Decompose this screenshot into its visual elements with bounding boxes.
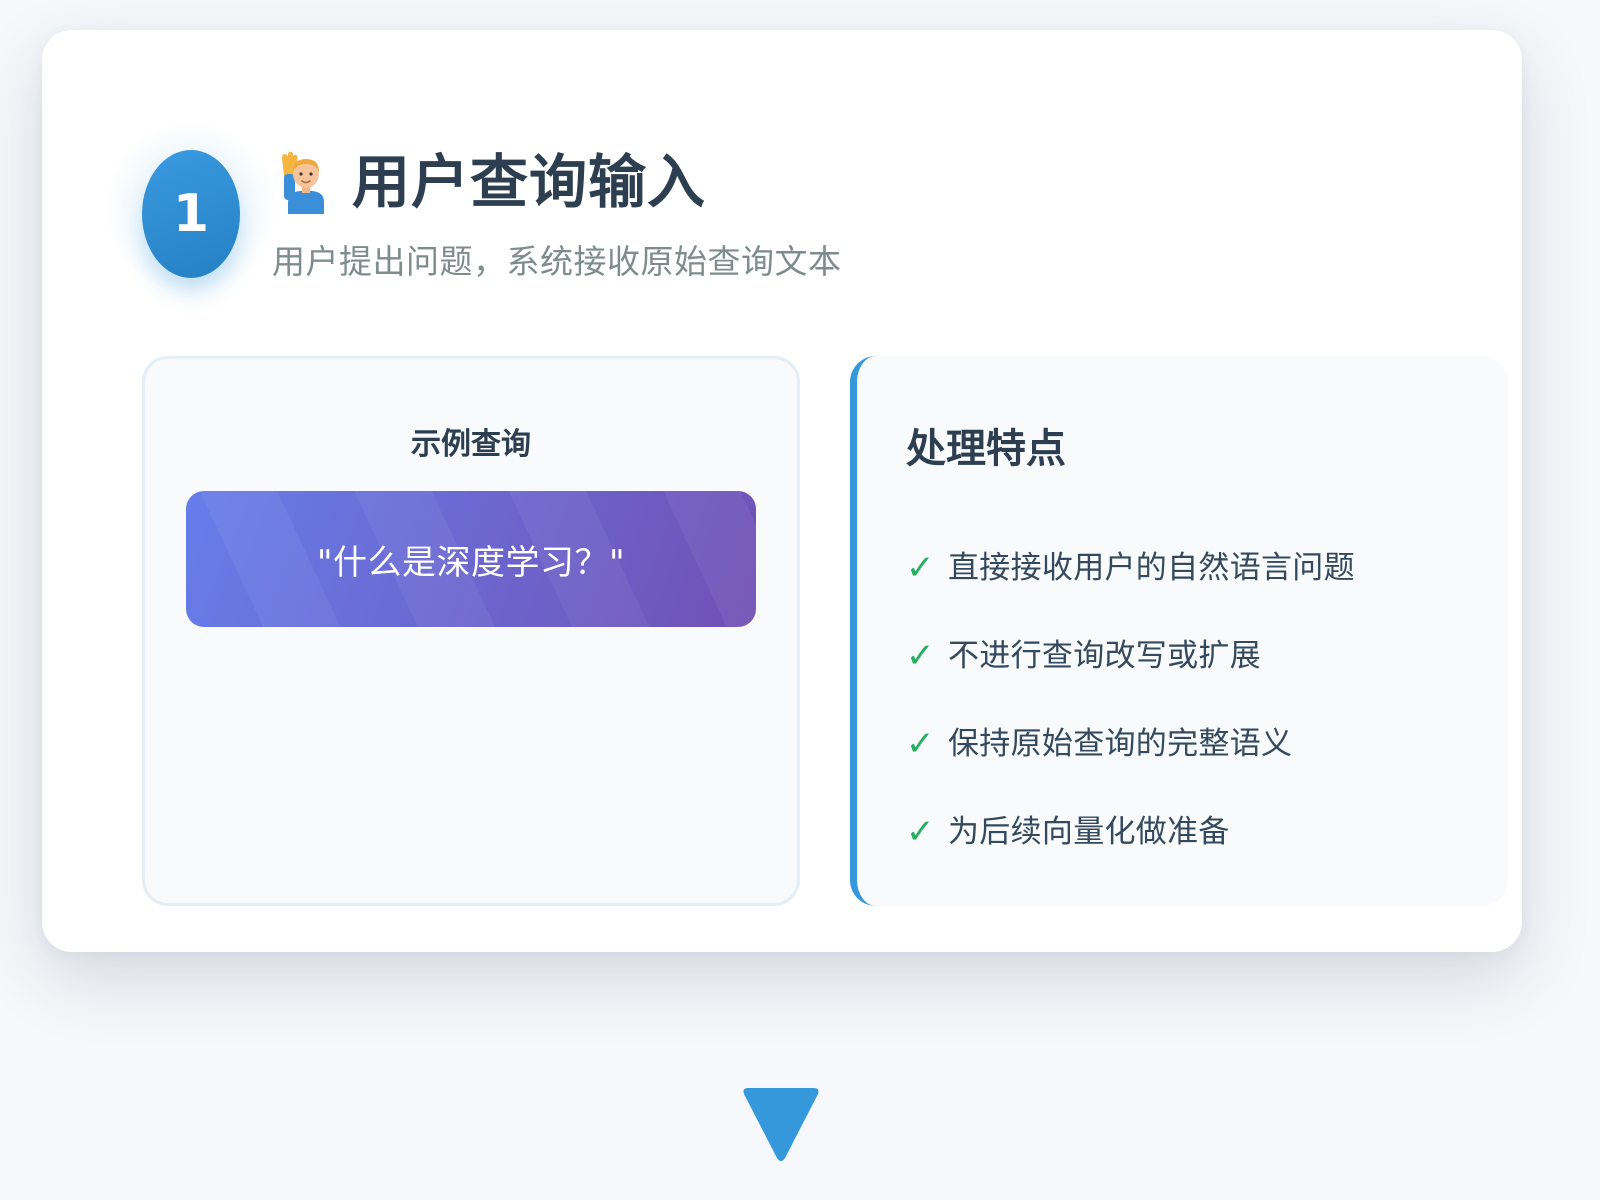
list-item: ✓ 直接接收用户的自然语言问题 xyxy=(906,520,1355,608)
person-raising-hand-icon xyxy=(282,151,324,214)
processing-features-panel: 处理特点 ✓ 直接接收用户的自然语言问题 ✓ 不进行查询改写或扩展 ✓ 保持原始… xyxy=(850,356,1508,906)
example-query-title: 示例查询 xyxy=(411,427,531,462)
example-query-box: "什么是深度学习？" xyxy=(186,491,756,627)
feature-text: 直接接收用户的自然语言问题 xyxy=(948,549,1355,586)
check-icon: ✓ xyxy=(906,548,935,588)
list-item: ✓ 为后续向量化做准备 xyxy=(906,784,1355,872)
check-icon: ✓ xyxy=(906,636,935,676)
feature-list: ✓ 直接接收用户的自然语言问题 ✓ 不进行查询改写或扩展 ✓ 保持原始查询的完整… xyxy=(906,520,1355,872)
list-item: ✓ 不进行查询改写或扩展 xyxy=(906,608,1355,696)
triangle-down-icon xyxy=(743,1088,819,1161)
page-title: 用户查询输入 xyxy=(352,148,707,216)
step-header: 用户查询输入 xyxy=(278,142,706,222)
step-card: 1 用户查询输入 用户提出问题，系统接收原始查询文本 示例查询 "什么是深度学习… xyxy=(42,30,1522,952)
step-subtitle: 用户提出问题，系统接收原始查询文本 xyxy=(272,242,842,281)
check-icon: ✓ xyxy=(906,812,935,852)
list-item: ✓ 保持原始查询的完整语义 xyxy=(906,696,1355,784)
feature-text: 为后续向量化做准备 xyxy=(948,813,1230,850)
processing-features-title: 处理特点 xyxy=(906,426,1066,472)
step-number-badge: 1 xyxy=(142,150,240,278)
feature-text: 不进行查询改写或扩展 xyxy=(948,637,1261,674)
example-query-text: "什么是深度学习？" xyxy=(316,542,626,583)
feature-text: 保持原始查询的完整语义 xyxy=(948,725,1293,762)
check-icon: ✓ xyxy=(906,724,935,764)
example-query-panel: 示例查询 "什么是深度学习？" xyxy=(142,356,800,906)
